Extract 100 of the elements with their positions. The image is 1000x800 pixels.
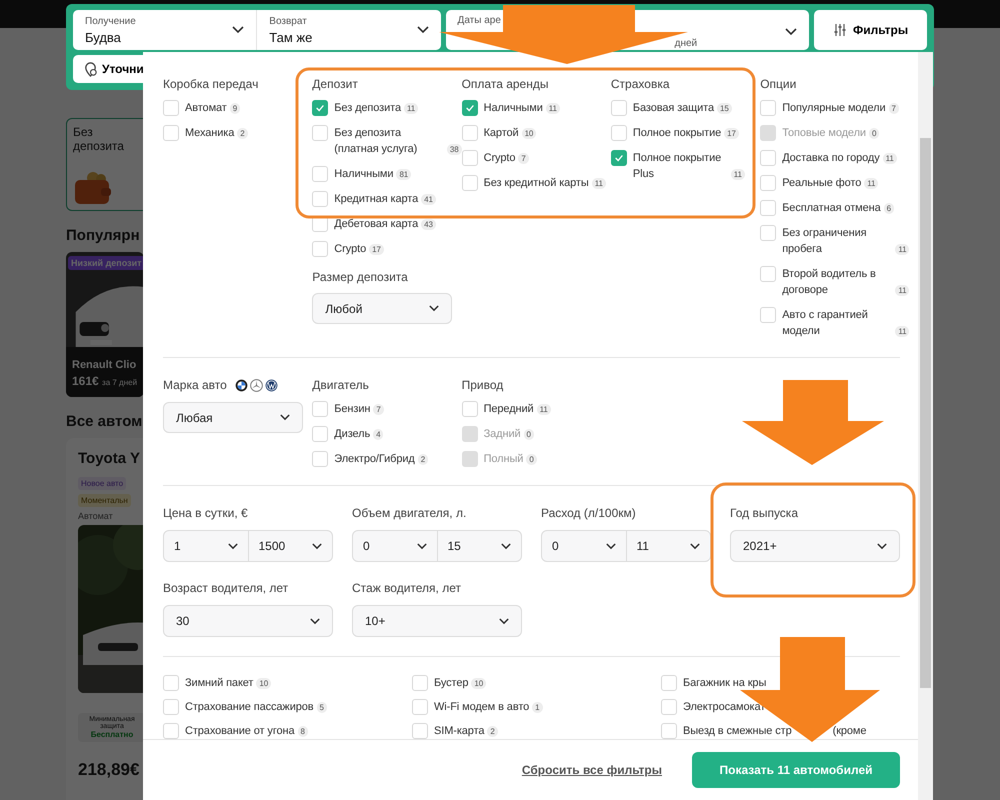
count-badge: 11	[536, 404, 551, 415]
field-label: Возврат	[269, 16, 308, 26]
count-badge: 2	[418, 454, 428, 465]
checkbox-label: (кроме	[832, 724, 866, 739]
select-label: Расход (л/100км)	[541, 506, 637, 520]
feature-tag: Новое авто	[78, 477, 126, 490]
checkbox-label: Дебетовая карта	[334, 217, 418, 232]
count-badge: 81	[396, 169, 412, 180]
count-badge: 10	[471, 678, 486, 689]
field-label: Даты аре	[458, 15, 502, 26]
checkbox-label: Электро/Гибрид	[334, 452, 415, 467]
count-badge: 17	[369, 244, 384, 255]
select-label: Возраст водителя, лет	[163, 581, 290, 595]
count-badge: 11	[864, 178, 878, 189]
checkbox-label: Наличными	[334, 167, 394, 182]
group-title: Депозит	[312, 77, 359, 91]
select-label: Год выпуска	[730, 506, 799, 520]
checkbox-label: Задний	[484, 427, 521, 442]
checkbox-label: Механика	[185, 126, 234, 141]
checkbox-label: Авто с гарантией модели	[782, 308, 869, 339]
checkbox-label: Базовая защита	[632, 101, 714, 116]
checkbox-label: Автомат	[185, 101, 227, 116]
count-badge: 1	[532, 702, 543, 713]
checkbox-label: Crypto	[484, 151, 516, 166]
checkbox-label: Картой	[484, 126, 519, 141]
field-value: Будва	[85, 30, 122, 44]
checkbox-label: Наличными	[484, 101, 543, 116]
checkbox-label: Wi-Fi модем в авто	[434, 700, 530, 715]
count-badge: 2	[237, 128, 248, 139]
count-badge: 5	[316, 702, 327, 713]
select-label: Стаж водителя, лет	[352, 581, 462, 595]
promo-title: Без депозита	[73, 125, 125, 153]
insurance-price: Бесплатно	[90, 730, 134, 739]
checkbox-label: Страхование от угона	[185, 724, 294, 739]
select-label: Объем двигателя, л.	[352, 506, 468, 520]
car-price: 218,89€	[78, 760, 140, 780]
checkbox-label: Багажник на кры	[683, 676, 766, 691]
group-title: Привод	[462, 378, 504, 392]
car-name: Renault Clio	[72, 359, 136, 371]
count-badge: 17	[724, 128, 739, 139]
count-badge: 11	[546, 103, 560, 114]
price-period: за 7 дней	[102, 378, 138, 387]
count-badge: 11	[882, 153, 897, 164]
count-badge: 11	[404, 103, 418, 114]
count-badge: 10	[522, 128, 536, 139]
count-badge: 0	[868, 128, 880, 139]
checkbox-label: Бустер	[434, 676, 468, 691]
checkbox-label: Зимний пакет	[185, 676, 254, 691]
checkbox-label: Без кредитной карты	[484, 176, 589, 191]
count-badge: 4	[373, 429, 384, 440]
group-title: Двигатель	[312, 378, 370, 392]
count-badge: 11	[895, 326, 910, 337]
feature-tag: Моментальн	[78, 494, 131, 507]
count-badge: 9	[230, 103, 240, 114]
group-title: Оплата аренды	[462, 77, 550, 91]
checkbox-label: Электросамокат	[683, 700, 766, 715]
count-badge: 7	[888, 103, 899, 114]
count-badge: 7	[373, 404, 384, 415]
checkbox-label: Без ограничения пробега	[782, 226, 868, 257]
count-badge: 11	[895, 244, 910, 255]
section-heading: Популярн	[66, 227, 141, 244]
checkbox-label: Полный	[484, 452, 524, 467]
count-badge: 0	[526, 454, 537, 465]
count-badge: 38	[446, 144, 462, 155]
checkbox-label: Дизель	[334, 427, 370, 442]
checkbox-label: Полное покрытие	[632, 126, 722, 141]
group-title: Опции	[760, 77, 798, 91]
checkbox-label: Передний	[484, 402, 534, 417]
field-value: дней	[674, 38, 698, 49]
checkbox-label: Без депозита (платная услуга)	[334, 126, 418, 157]
checkbox-label: Второй водитель в договоре	[782, 267, 877, 298]
checkbox-label: Реальные фото	[782, 176, 862, 191]
count-badge: 41	[421, 194, 436, 205]
car-name: Toyota Y	[78, 450, 140, 467]
select-label: Цена в сутки, €	[163, 506, 249, 520]
deposit-badge: Низкий депозит	[68, 256, 144, 270]
group-title: Страховка	[610, 77, 671, 91]
group-title: Марка авто	[163, 378, 227, 392]
checkbox-label: SIM-карта	[434, 724, 484, 739]
checkbox-label: Популярные модели	[782, 101, 886, 116]
field-value: Там же	[269, 30, 314, 44]
checkbox-label: Crypto	[334, 242, 366, 257]
checkbox-label: Бензин	[334, 402, 370, 417]
checkbox-label: Страхование пассажиров	[185, 700, 314, 715]
checkbox-label: Кредитная карта	[334, 192, 418, 207]
count-badge: 0	[524, 429, 534, 440]
section-heading: Все автом	[66, 413, 144, 430]
count-badge: 11	[730, 169, 745, 180]
count-badge: 43	[421, 219, 436, 230]
count-badge: 2	[487, 726, 498, 737]
checkbox-label: Полное покрытие Plus	[632, 151, 722, 182]
checkbox-label: Бесплатная отмена	[782, 201, 881, 216]
field-label: Получение	[85, 16, 137, 26]
checkbox-label: Без депозита	[334, 101, 401, 116]
select-label: Размер депозита	[312, 270, 409, 284]
count-badge: 8	[298, 726, 308, 737]
count-badge: 11	[592, 178, 606, 189]
count-badge: 6	[884, 203, 894, 214]
checkbox-label: Доставка по городу	[782, 151, 880, 166]
count-badge: 10	[256, 678, 272, 689]
